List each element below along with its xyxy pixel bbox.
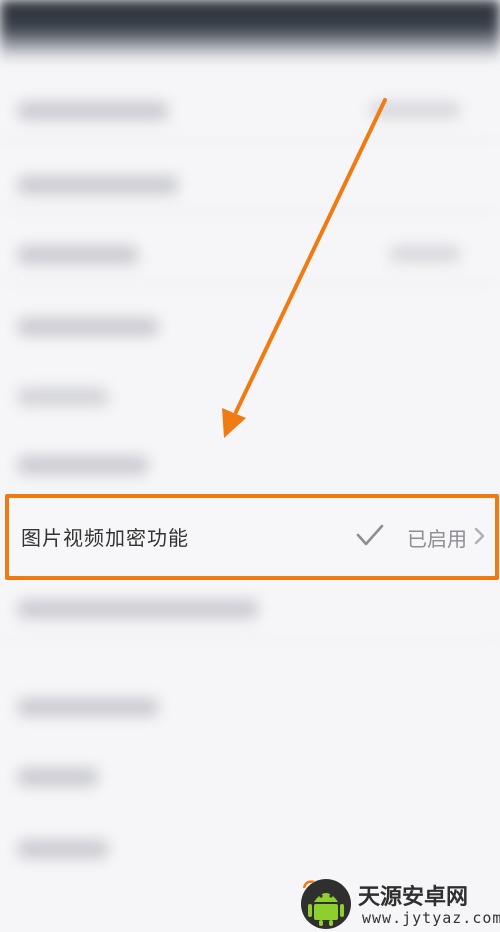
status-bar — [0, 0, 500, 62]
row-label: 图片视频加密功能 — [21, 526, 189, 550]
blurred-row — [0, 750, 500, 798]
blurred-row — [0, 822, 500, 870]
android-logo-icon — [301, 879, 351, 929]
check-icon — [356, 524, 384, 546]
blurred-row — [0, 680, 500, 728]
chevron-right-icon — [474, 527, 485, 545]
watermark-name: 天源安卓网 — [358, 885, 469, 910]
image-video-encryption-row[interactable]: 图片视频加密功能 已启用 — [5, 494, 499, 580]
watermark-url: www.jytyaz.com — [362, 909, 500, 927]
blurred-section-header — [0, 370, 500, 418]
blurred-row — [0, 300, 500, 348]
watermark: 天源安卓网 www.jytyaz.com — [300, 876, 500, 932]
blurred-row — [0, 158, 500, 206]
blurred-row — [0, 582, 500, 630]
blurred-row — [0, 438, 500, 486]
status-text: 已启用 — [407, 527, 467, 551]
blurred-row — [0, 228, 500, 276]
blurred-row — [0, 84, 500, 132]
